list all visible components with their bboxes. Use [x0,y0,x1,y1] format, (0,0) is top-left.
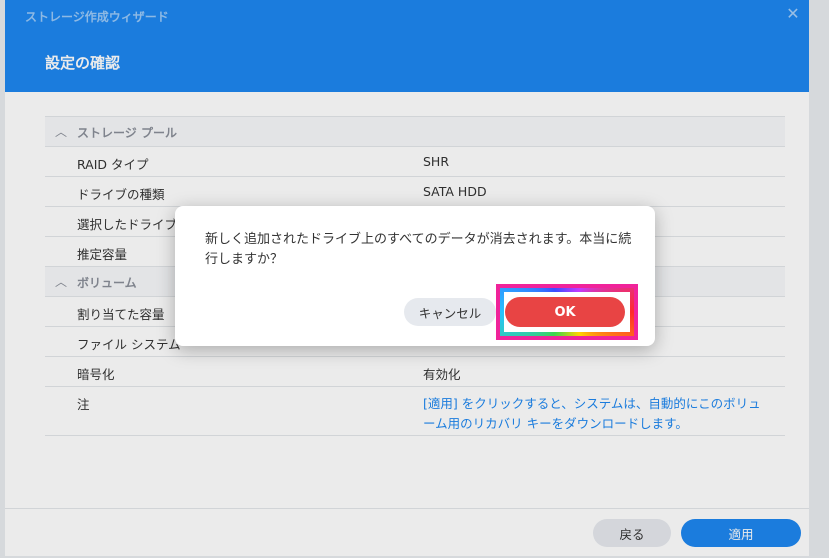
confirm-dialog: 新しく追加されたドライブ上のすべてのデータが消去されます。本当に続行しますか？ … [175,206,655,346]
ok-button[interactable]: OK [505,297,625,327]
cancel-button[interactable]: キャンセル [404,298,496,326]
dialog-message: 新しく追加されたドライブ上のすべてのデータが消去されます。本当に続行しますか？ [205,232,632,267]
